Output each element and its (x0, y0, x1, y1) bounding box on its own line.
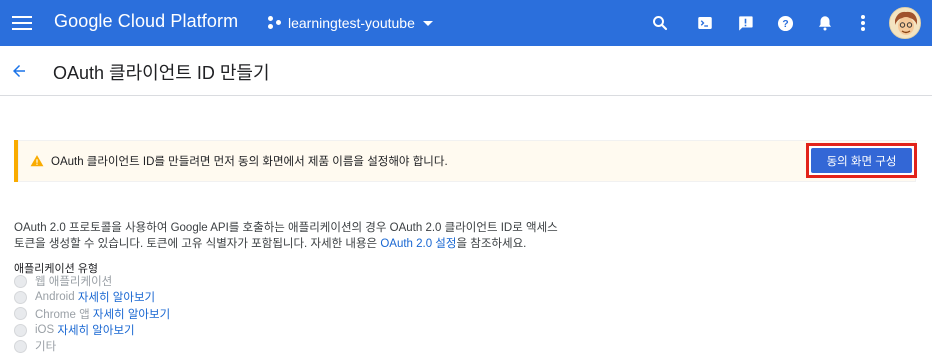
radio-button[interactable] (14, 323, 27, 337)
more-vert-icon[interactable] (852, 12, 874, 34)
radio-option-label: 기타 (35, 341, 57, 354)
bell-icon[interactable] (814, 12, 836, 34)
learn-more-link[interactable]: 자세히 알아보기 (57, 322, 134, 338)
radio-option-label: iOS (35, 324, 55, 337)
warning-banner: OAuth 클라이언트 ID를 만들려면 먼저 동의 화면에서 제품 이름을 설… (14, 140, 916, 182)
radio-option-web[interactable]: 웹 애플리케이션 (14, 273, 170, 289)
radio-option-android[interactable]: Android 자세히 알아보기 (14, 289, 170, 305)
project-dots-icon (268, 16, 282, 30)
back-arrow-icon[interactable] (10, 62, 28, 80)
warning-message: OAuth 클라이언트 ID를 만들려면 먼저 동의 화면에서 제품 이름을 설… (51, 156, 448, 168)
radio-button[interactable] (14, 307, 27, 321)
configure-consent-screen-label: 동의 화면 구성 (811, 148, 912, 173)
configure-consent-screen-button[interactable]: 동의 화면 구성 (806, 143, 917, 178)
project-name: learningtest-youtube (288, 15, 415, 31)
radio-option-other[interactable]: 기타 (14, 338, 170, 354)
description-line-2: 토큰을 생성할 수 있습니다. 토큰에 고유 식별자가 포함됩니다. 자세한 내… (14, 236, 634, 252)
application-type-radio-group: 웹 애플리케이션 Android 자세히 알아보기 Chrome 앱 자세히 알… (14, 273, 170, 354)
learn-more-link[interactable]: 자세히 알아보기 (78, 289, 155, 305)
description-line-2-suffix: 을 참조하세요. (456, 238, 527, 250)
radio-button[interactable] (14, 290, 27, 304)
alert-icon[interactable] (734, 12, 756, 34)
top-app-bar: Google Cloud Platform learningtest-youtu… (0, 0, 932, 46)
page-header: OAuth 클라이언트 ID 만들기 (0, 46, 932, 96)
radio-option-label: Chrome 앱 (35, 308, 90, 321)
page-title: OAuth 클라이언트 ID 만들기 (53, 63, 270, 83)
chevron-down-icon (422, 20, 433, 26)
radio-option-ios[interactable]: iOS 자세히 알아보기 (14, 322, 170, 338)
cloud-shell-icon[interactable] (694, 12, 716, 34)
hamburger-menu-icon[interactable] (12, 13, 32, 33)
description-line-2-prefix: 토큰을 생성할 수 있습니다. 토큰에 고유 식별자가 포함됩니다. 자세한 내… (14, 238, 381, 250)
radio-button[interactable] (14, 274, 27, 288)
help-icon[interactable]: ? (774, 12, 796, 34)
radio-option-label: 웹 애플리케이션 (35, 276, 113, 289)
oauth-settings-link[interactable]: OAuth 2.0 설정 (380, 238, 456, 250)
project-selector[interactable]: learningtest-youtube (268, 8, 433, 38)
warning-icon (30, 154, 44, 168)
description-text: OAuth 2.0 프로토콜을 사용하여 Google API를 호출하는 애플… (14, 220, 634, 252)
brand-title[interactable]: Google Cloud Platform (54, 11, 238, 32)
svg-text:?: ? (782, 19, 788, 30)
radio-option-chrome-app[interactable]: Chrome 앱 자세히 알아보기 (14, 306, 170, 322)
avatar[interactable] (889, 7, 921, 39)
radio-option-label: Android (35, 291, 75, 304)
search-icon[interactable] (649, 12, 671, 34)
learn-more-link[interactable]: 자세히 알아보기 (93, 306, 170, 322)
description-line-1: OAuth 2.0 프로토콜을 사용하여 Google API를 호출하는 애플… (14, 222, 558, 234)
radio-button[interactable] (14, 339, 27, 353)
